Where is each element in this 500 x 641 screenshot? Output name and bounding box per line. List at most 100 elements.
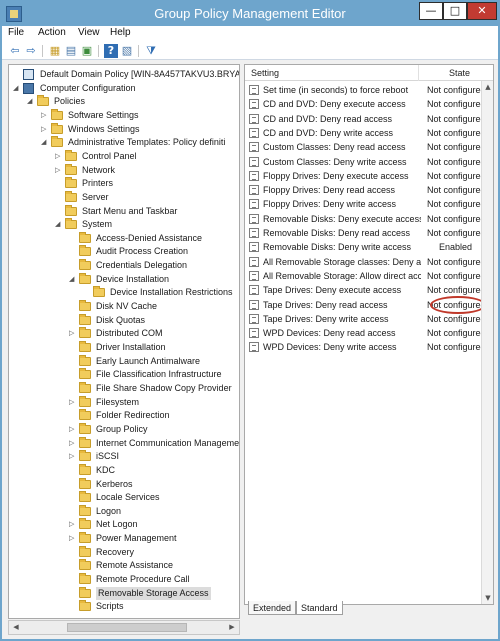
- tree-item[interactable]: Logon: [9, 504, 239, 518]
- filter-icon[interactable]: ⧩: [144, 44, 158, 58]
- column-header-setting[interactable]: Setting: [251, 68, 279, 78]
- list-vertical-scrollbar[interactable]: ▲ ▼: [481, 81, 493, 604]
- table-row[interactable]: Custom Classes: Deny read access Not conf…: [245, 140, 493, 154]
- tree-item[interactable]: ▷ Power Management: [9, 532, 239, 545]
- tree-item[interactable]: ▷ iSCSI: [9, 450, 239, 463]
- table-row[interactable]: WPD Devices: Deny write access Not config…: [245, 340, 493, 354]
- expander-icon[interactable]: ▷: [55, 164, 63, 177]
- tree-item[interactable]: ▷ Net Logon: [9, 518, 239, 531]
- table-row[interactable]: Custom Classes: Deny write access Not con…: [245, 155, 493, 169]
- expander-icon[interactable]: ▷: [69, 423, 77, 436]
- tree-item[interactable]: Disk NV Cache: [9, 300, 239, 313]
- export-list-icon[interactable]: ▣: [80, 44, 94, 58]
- tree-item[interactable]: Access-Denied Assistance: [9, 231, 239, 245]
- expander-icon[interactable]: ▷: [69, 437, 77, 450]
- table-row[interactable]: CD and DVD: Deny execute access Not confi…: [245, 97, 493, 111]
- tree-item[interactable]: ▷ Network: [9, 163, 239, 177]
- tree-item[interactable]: File Share Shadow Copy Provider: [9, 381, 239, 395]
- tree-item[interactable]: Locale Services: [9, 491, 239, 504]
- tree-item[interactable]: Scripts: [9, 600, 239, 613]
- table-row[interactable]: WPD Devices: Deny read access Not configu…: [245, 326, 493, 340]
- expander-icon[interactable]: ▷: [69, 327, 77, 340]
- tree-item[interactable]: Disk Quotas: [9, 313, 239, 327]
- up-folder-icon[interactable]: ▦: [48, 44, 62, 58]
- expander-icon[interactable]: ▷: [69, 396, 77, 409]
- tree-item[interactable]: ◢ Policies: [9, 95, 239, 108]
- table-row[interactable]: Floppy Drives: Deny execute access Not co…: [245, 169, 493, 183]
- tab-standard[interactable]: Standard: [296, 601, 343, 615]
- table-row[interactable]: CD and DVD: Deny write access Not configu…: [245, 126, 493, 140]
- tree-item[interactable]: Credentials Delegation: [9, 259, 239, 272]
- tree-item[interactable]: Default Domain Policy [WIN-8A457TAKVU3.B…: [9, 68, 239, 81]
- tree-item[interactable]: Driver Installation: [9, 341, 239, 354]
- table-row[interactable]: CD and DVD: Deny read access Not configur…: [245, 112, 493, 126]
- column-divider[interactable]: [418, 65, 419, 81]
- table-row[interactable]: Floppy Drives: Deny write access Not conf…: [245, 197, 493, 211]
- tree-item[interactable]: ▷ Group Policy: [9, 422, 239, 436]
- minimize-button[interactable]: —: [419, 2, 443, 20]
- scroll-thumb[interactable]: [67, 623, 187, 632]
- table-row[interactable]: Floppy Drives: Deny read access Not confi…: [245, 183, 493, 197]
- tree-item[interactable]: Removable Storage Access: [9, 586, 239, 600]
- scroll-up-icon[interactable]: ▲: [482, 81, 493, 93]
- tree-item[interactable]: ◢ Computer Configuration: [9, 82, 239, 95]
- menu-view[interactable]: View: [78, 27, 100, 38]
- tree-item[interactable]: ◢ Device Installation: [9, 272, 239, 286]
- menu-file[interactable]: File: [8, 27, 24, 38]
- show-hide-tree-icon[interactable]: ▤: [64, 44, 78, 58]
- tree-item[interactable]: Start Menu and Taskbar: [9, 204, 239, 218]
- tree-item[interactable]: ▷ Distributed COM: [9, 327, 239, 340]
- expander-icon[interactable]: ◢: [69, 273, 77, 286]
- scroll-left-icon[interactable]: ◀: [10, 622, 22, 633]
- tree-item[interactable]: ▷ Internet Communication Management: [9, 436, 239, 450]
- tree-item[interactable]: Device Installation Restrictions: [9, 286, 239, 299]
- tree-item-label: iSCSI: [96, 451, 120, 462]
- expander-icon[interactable]: ▷: [55, 150, 63, 163]
- tree-item[interactable]: Early Launch Antimalware: [9, 354, 239, 368]
- tree-item[interactable]: Recovery: [9, 545, 239, 559]
- tree-item[interactable]: Remote Assistance: [9, 559, 239, 572]
- table-row[interactable]: Set time (in seconds) to force reboot Not…: [245, 83, 493, 97]
- table-row[interactable]: All Removable Storage classes: Deny all …: [245, 255, 493, 269]
- tree-item[interactable]: Printers: [9, 177, 239, 190]
- table-row[interactable]: All Removable Storage: Allow direct acce…: [245, 269, 493, 283]
- forward-arrow-icon[interactable]: ⇨: [24, 44, 38, 58]
- expander-icon[interactable]: ◢: [13, 82, 21, 95]
- menu-action[interactable]: Action: [38, 27, 66, 38]
- tree-item[interactable]: Server: [9, 190, 239, 204]
- tree-item[interactable]: File Classification Infrastructure: [9, 368, 239, 381]
- tree-item[interactable]: KDC: [9, 463, 239, 477]
- expander-icon[interactable]: ▷: [69, 518, 77, 531]
- expander-icon[interactable]: ▷: [41, 123, 49, 136]
- tree-item[interactable]: ▷ Control Panel: [9, 149, 239, 163]
- maximize-button[interactable]: □: [443, 2, 467, 20]
- expander-icon[interactable]: ▷: [69, 532, 77, 545]
- menu-help[interactable]: Help: [110, 27, 131, 38]
- tree-item[interactable]: Kerberos: [9, 477, 239, 491]
- expander-icon[interactable]: ◢: [27, 95, 35, 108]
- close-button[interactable]: ✕: [467, 2, 497, 20]
- tree-item[interactable]: Remote Procedure Call: [9, 573, 239, 586]
- expander-icon[interactable]: ▷: [69, 450, 77, 463]
- tree-item[interactable]: ◢ Administrative Templates: Policy defini…: [9, 136, 239, 149]
- tree-item[interactable]: ◢ System: [9, 218, 239, 231]
- tree-item[interactable]: ▷ Software Settings: [9, 108, 239, 122]
- tree-item[interactable]: Folder Redirection: [9, 409, 239, 422]
- tree-item[interactable]: ▷ Windows Settings: [9, 122, 239, 136]
- tree-item[interactable]: Audit Process Creation: [9, 245, 239, 258]
- scroll-right-icon[interactable]: ▶: [226, 622, 238, 633]
- column-header-state[interactable]: State: [449, 68, 470, 78]
- policy-setting-icon: [249, 313, 259, 324]
- table-row[interactable]: Removable Disks: Deny execute access Not …: [245, 212, 493, 226]
- tree-item[interactable]: ▷ Filesystem: [9, 395, 239, 409]
- back-arrow-icon[interactable]: ⇦: [8, 44, 22, 58]
- table-row[interactable]: Removable Disks: Deny write access Enable…: [245, 240, 493, 254]
- table-row[interactable]: Removable Disks: Deny read access Not con…: [245, 226, 493, 240]
- expander-icon[interactable]: ◢: [41, 136, 49, 149]
- tab-extended[interactable]: Extended: [248, 601, 297, 615]
- properties-icon[interactable]: ▧: [120, 44, 134, 58]
- tree-horizontal-scrollbar[interactable]: ◀ ▶: [8, 620, 240, 635]
- help-icon[interactable]: ?: [104, 44, 118, 58]
- expander-icon[interactable]: ▷: [41, 109, 49, 122]
- expander-icon[interactable]: ◢: [55, 218, 63, 231]
